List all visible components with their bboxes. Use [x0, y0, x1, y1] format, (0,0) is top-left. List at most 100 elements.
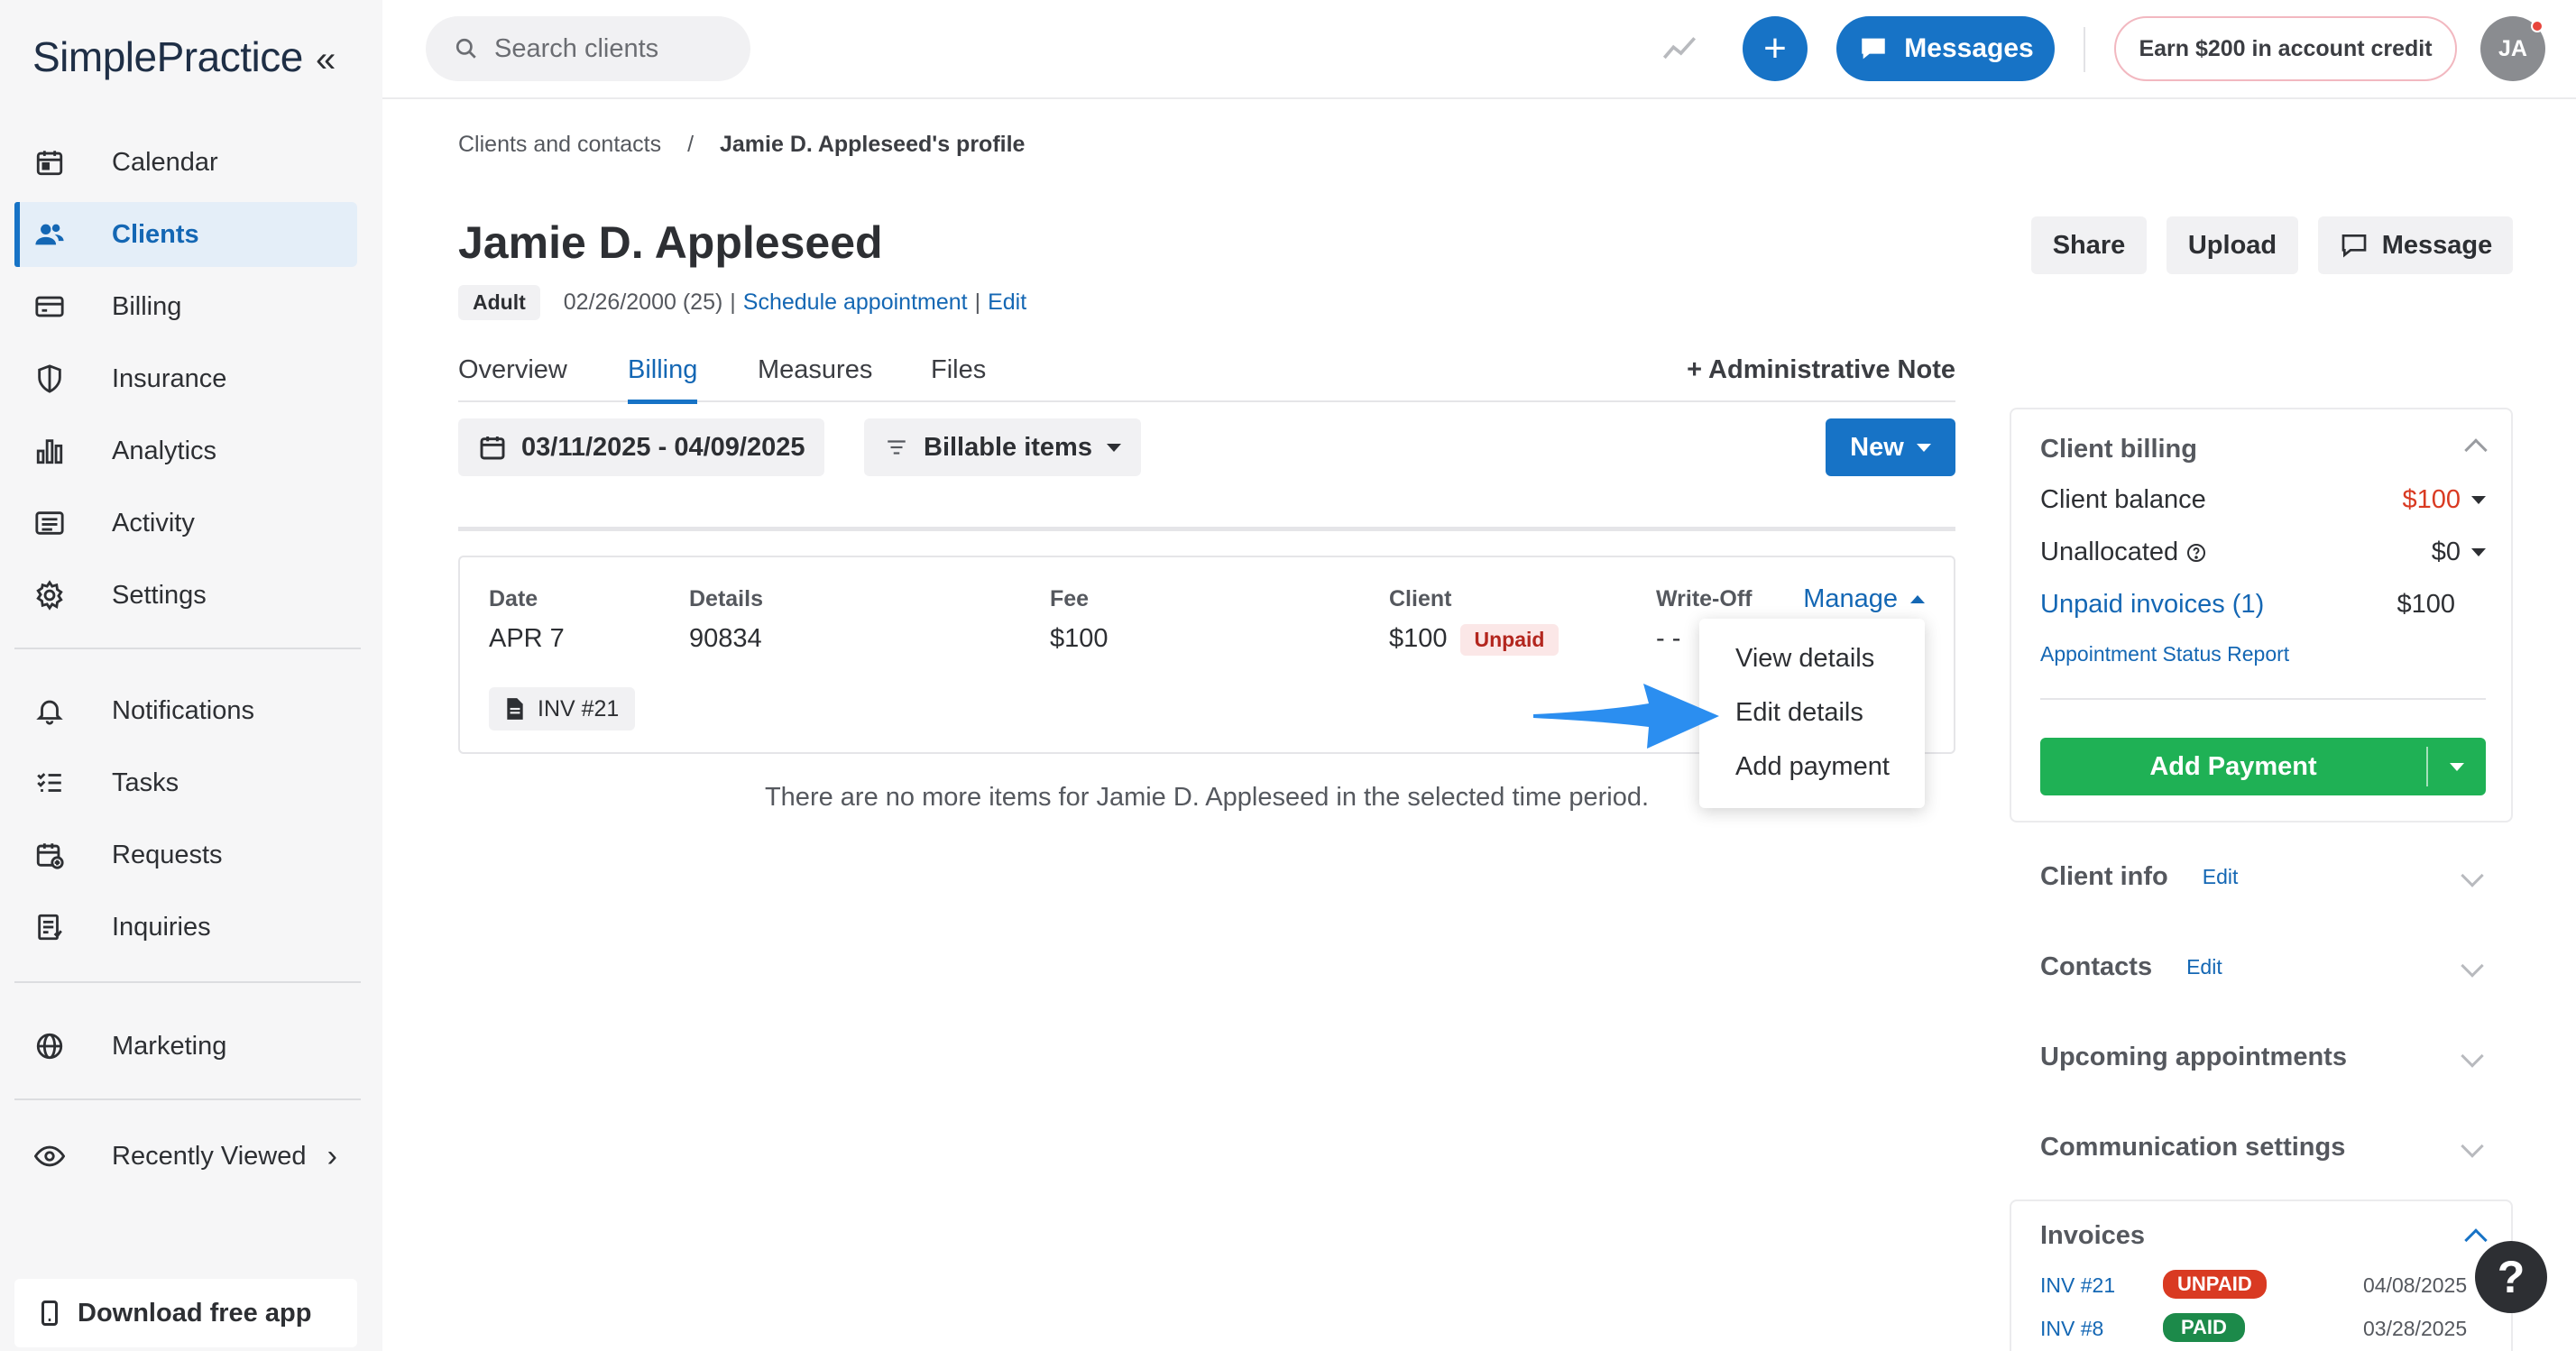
- sidebar-item-tasks[interactable]: Tasks: [14, 750, 357, 815]
- sidebar-divider: [14, 1098, 361, 1100]
- item-details: 90834: [689, 624, 762, 653]
- topbar-divider: [2084, 27, 2085, 72]
- chat-icon: [1857, 33, 1890, 64]
- sidebar-item-marketing[interactable]: Marketing: [14, 1014, 357, 1079]
- add-payment-button[interactable]: Add Payment: [2040, 738, 2486, 795]
- sidebar-item-analytics[interactable]: Analytics: [14, 418, 357, 483]
- invoice-date: 03/28/2025: [2363, 1317, 2468, 1340]
- calendar-plus-icon: [34, 840, 92, 870]
- sidebar-item-label: Settings: [112, 580, 207, 610]
- messages-button[interactable]: Messages: [1836, 16, 2055, 81]
- chevron-down-icon[interactable]: [2461, 1135, 2484, 1158]
- sidebar-item-label: Activity: [112, 508, 195, 538]
- users-icon: [34, 219, 92, 250]
- sidebar-item-notifications[interactable]: Notifications: [14, 678, 357, 743]
- column-header-writeoff: Write-Off: [1656, 586, 1753, 611]
- contacts-section[interactable]: Contacts Edit: [2040, 952, 2222, 982]
- collapse-sidebar-icon[interactable]: «: [316, 40, 336, 80]
- client-billing-panel: Client billing Client balance $100 Unall…: [2010, 408, 2513, 823]
- sidebar-item-requests[interactable]: Requests: [14, 823, 357, 887]
- menu-item-add-payment[interactable]: Add payment: [1735, 752, 1890, 782]
- sidebar-divider: [14, 981, 361, 983]
- administrative-note-label: Administrative Note: [1708, 355, 1955, 384]
- add-payment-label: Add Payment: [2149, 751, 2317, 781]
- communication-settings-section[interactable]: Communication settings: [2040, 1133, 2345, 1163]
- share-label: Share: [2052, 230, 2126, 260]
- invoice-chip[interactable]: INV #21: [489, 687, 636, 731]
- message-button[interactable]: Message: [2318, 216, 2513, 274]
- breadcrumb-parent[interactable]: Clients and contacts: [458, 132, 661, 157]
- unpaid-invoices-link[interactable]: Unpaid invoices (1): [2040, 590, 2264, 620]
- new-button[interactable]: New: [1826, 418, 1955, 476]
- plus-icon: +: [1687, 355, 1709, 384]
- communication-settings-title: Communication settings: [2040, 1133, 2346, 1162]
- contacts-title: Contacts: [2040, 952, 2153, 981]
- sidebar-item-clients[interactable]: Clients: [14, 202, 357, 267]
- chevron-down-icon[interactable]: [2461, 864, 2484, 887]
- invoice-link[interactable]: INV #8: [2040, 1317, 2103, 1341]
- upcoming-appointments-title: Upcoming appointments: [2040, 1043, 2347, 1071]
- invoice-link[interactable]: INV #21: [2040, 1273, 2115, 1298]
- sidebar-item-settings[interactable]: Settings: [14, 563, 357, 628]
- chevron-up-icon[interactable]: [2464, 438, 2488, 462]
- credit-card-icon: [34, 291, 92, 322]
- appointment-status-report-link[interactable]: Appointment Status Report: [2040, 642, 2289, 666]
- panel-divider: [2040, 698, 2486, 700]
- calendar-icon: [34, 147, 92, 178]
- sidebar-item-inquiries[interactable]: Inquiries: [14, 895, 357, 960]
- client-info-title: Client info: [2040, 862, 2168, 891]
- help-circle-icon[interactable]: [2185, 542, 2207, 564]
- tab-overview[interactable]: Overview: [458, 355, 567, 402]
- tab-measures[interactable]: Measures: [758, 355, 872, 402]
- question-icon: ?: [2497, 1252, 2525, 1302]
- menu-item-edit-details[interactable]: Edit details: [1735, 698, 1863, 728]
- invoice-date: 04/08/2025: [2363, 1273, 2468, 1297]
- column-header-fee: Fee: [1050, 586, 1090, 611]
- sidebar-item-billing[interactable]: Billing: [14, 274, 357, 339]
- client-balance-label: Client balance: [2040, 485, 2206, 514]
- sidebar-item-insurance[interactable]: Insurance: [14, 346, 357, 411]
- manage-button[interactable]: Manage: [1803, 584, 1925, 614]
- schedule-appointment-link[interactable]: Schedule appointment: [743, 290, 968, 316]
- chevron-down-icon[interactable]: [2461, 1044, 2484, 1068]
- tab-billing[interactable]: Billing: [628, 355, 698, 404]
- sidebar-item-recently-viewed[interactable]: Recently Viewed ›: [14, 1124, 357, 1189]
- logo[interactable]: SimplePractice: [32, 32, 303, 81]
- share-button[interactable]: Share: [2031, 216, 2147, 274]
- chevron-down-icon[interactable]: [2461, 954, 2484, 978]
- avatar[interactable]: JA: [2480, 16, 2545, 81]
- manage-dropdown: View details Edit details Add payment: [1699, 619, 1925, 808]
- client-balance-value-group[interactable]: $100: [2402, 485, 2486, 515]
- billable-items-filter[interactable]: Billable items: [864, 418, 1141, 476]
- edit-client-link[interactable]: Edit: [988, 290, 1026, 316]
- sidebar-item-activity[interactable]: Activity: [14, 491, 357, 556]
- trend-icon[interactable]: [1660, 31, 1699, 71]
- tab-files[interactable]: Files: [931, 355, 986, 402]
- menu-item-view-details[interactable]: View details: [1735, 644, 1874, 674]
- upcoming-appointments-section[interactable]: Upcoming appointments: [2040, 1043, 2347, 1072]
- date-range-button[interactable]: 03/11/2025 - 04/09/2025: [458, 418, 825, 476]
- sidebar-item-label: Inquiries: [112, 912, 211, 942]
- unallocated-value-group[interactable]: $0: [2432, 538, 2486, 567]
- add-button[interactable]: +: [1743, 16, 1808, 81]
- earn-credit-button[interactable]: Earn $200 in account credit: [2114, 16, 2457, 81]
- sidebar-item-calendar[interactable]: Calendar: [14, 130, 357, 195]
- search-input[interactable]: [494, 33, 729, 64]
- search-box[interactable]: [426, 16, 750, 81]
- help-button[interactable]: ?: [2475, 1241, 2547, 1313]
- list-item: INV #8 PAID 03/28/2025: [2040, 1313, 2486, 1344]
- administrative-note-button[interactable]: + Administrative Note: [1687, 355, 1955, 385]
- caret-down-icon: [2471, 548, 2486, 556]
- client-balance-row: Client balance $100: [2040, 485, 2486, 515]
- invoice-chip-label: INV #21: [538, 695, 620, 721]
- add-payment-dropdown[interactable]: [2426, 747, 2486, 786]
- client-info-section[interactable]: Client info Edit: [2040, 862, 2238, 892]
- download-app-button[interactable]: Download free app: [14, 1279, 357, 1347]
- contacts-edit-link[interactable]: Edit: [2186, 955, 2222, 979]
- message-icon: [2339, 231, 2369, 260]
- sidebar-item-label: Calendar: [112, 147, 218, 177]
- upload-button[interactable]: Upload: [2167, 216, 2298, 274]
- client-info-edit-link[interactable]: Edit: [2203, 865, 2239, 889]
- item-date: APR 7: [489, 624, 565, 653]
- chevron-up-icon[interactable]: [2464, 1228, 2488, 1252]
